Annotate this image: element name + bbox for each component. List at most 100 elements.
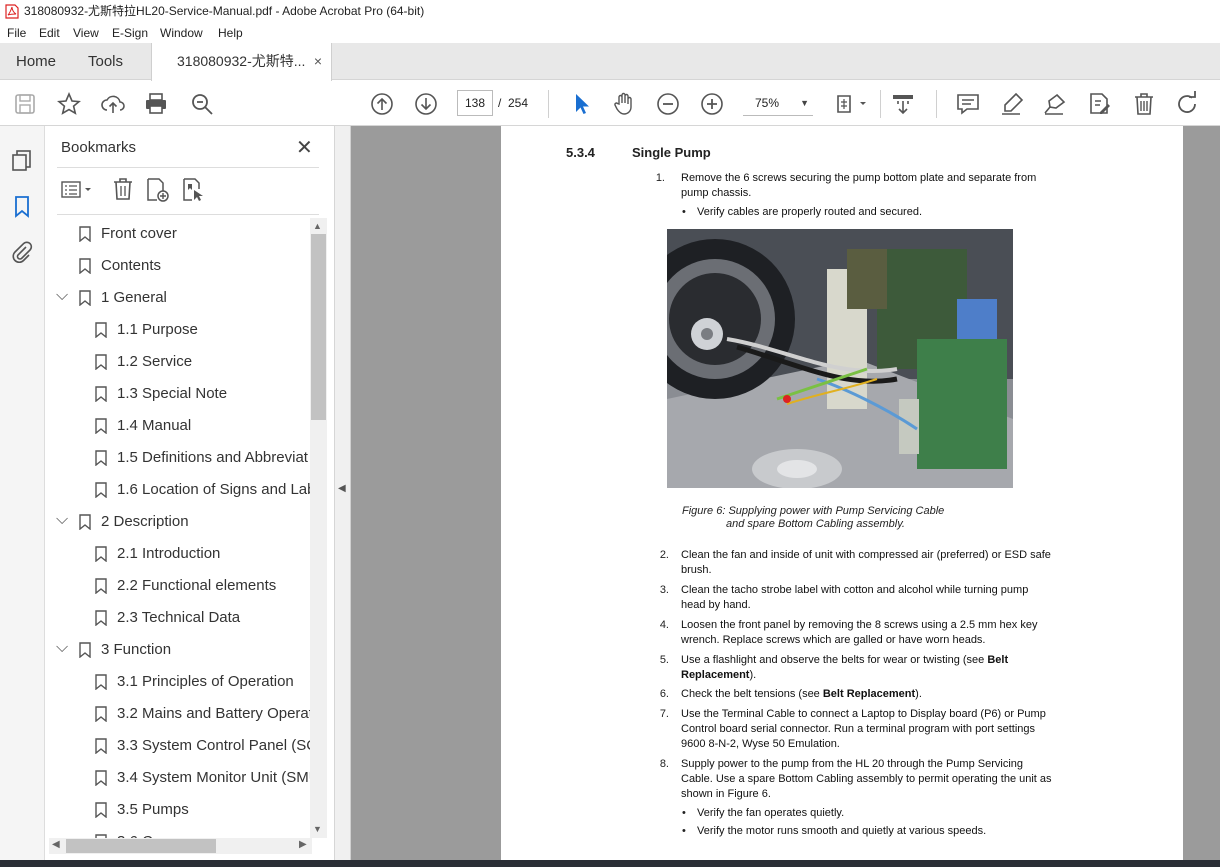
menu-window[interactable]: Window [160,23,203,43]
scroll-down-icon[interactable]: ▼ [313,824,322,834]
chevron-down-icon[interactable]: ⌵ [56,284,70,308]
step-text: Clean the tacho strobe label with cotton… [681,584,1029,596]
link-belt[interactable]: Belt [987,654,1008,666]
link-belt-replacement[interactable]: Belt Replacement [823,688,915,700]
upload-icon[interactable] [100,91,126,117]
bookmark-vertical-scrollbar[interactable]: ▲ ▼ [310,218,327,838]
step-number: 7. [659,708,669,720]
menu-edit[interactable]: Edit [39,23,60,43]
bookmark-item[interactable]: 1.1 Purpose [45,316,310,344]
menu-help[interactable]: Help [218,23,243,43]
scrollbar-thumb[interactable] [311,234,326,420]
bookmark-label: 3.5 Pumps [117,801,189,818]
scroll-left-icon[interactable]: ◀ [52,839,60,850]
bookmark-item[interactable]: 2.1 Introduction [45,540,310,568]
tab-bar: Home Tools 318080932-尤斯特... × [0,43,1220,81]
new-bookmark-icon[interactable] [145,177,171,203]
bookmark-item[interactable]: ⌵ 3 Function [45,636,310,664]
bookmark-item[interactable]: Front cover [45,220,310,248]
bookmark-item[interactable]: 2.3 Technical Data [45,604,310,632]
bookmark-horizontal-scrollbar[interactable]: ◀ ▶ [49,838,312,854]
print-icon[interactable] [143,91,169,117]
scroll-up-icon[interactable]: ▲ [313,221,322,231]
step-text: Cable. Use a spare Bottom Cabling assemb… [681,773,1052,785]
sign-icon[interactable] [1042,91,1068,117]
step-text: pump chassis. [681,187,752,199]
pdf-page: 5.3.4 Single Pump 1. Remove the 6 screws… [501,126,1183,860]
comment-icon[interactable] [955,91,981,117]
close-icon[interactable]: ✕ [296,135,313,160]
bookmark-item[interactable]: 3.2 Mains and Battery Operat [45,700,310,728]
scrollbar-thumb[interactable] [66,839,216,853]
menu-view[interactable]: View [73,23,99,43]
scroll-right-icon[interactable]: ▶ [299,839,307,850]
bookmark-item[interactable]: 3.3 System Control Panel (SCF [45,732,310,760]
delete-icon[interactable] [1131,91,1157,117]
bookmark-label: Front cover [101,225,177,242]
page-thumbnails-icon[interactable] [10,148,34,172]
highlight-pen-icon[interactable] [999,91,1025,117]
hand-tool-icon[interactable] [611,91,637,117]
page-up-icon[interactable] [369,91,395,117]
attachments-icon[interactable] [10,240,34,264]
bookmark-label: 2.2 Functional elements [117,577,277,594]
edit-text-icon[interactable] [1086,91,1112,117]
tab-document[interactable]: 318080932-尤斯特... × [151,43,332,81]
bookmark-item[interactable]: 1.4 Manual [45,412,310,440]
bookmarks-panel: Bookmarks ✕ Front cover Contents ⌵ 1 Genera… [45,126,335,860]
scroll-mode-icon[interactable] [890,91,916,117]
bookmark-item[interactable]: 3.5 Pumps [45,796,310,824]
divider [57,214,319,215]
bookmark-item[interactable]: 3.6 Co... [45,828,310,838]
bookmark-item[interactable]: 2.2 Functional elements [45,572,310,600]
star-icon[interactable] [56,91,82,117]
bookmark-item[interactable]: Contents [45,252,310,280]
zoom-search-icon[interactable] [189,91,215,117]
page-separator: / [498,96,502,110]
zoom-in-icon[interactable] [699,91,725,117]
bookmark-item[interactable]: 3.1 Principles of Operation [45,668,310,696]
panel-splitter[interactable]: ◀ [335,126,351,860]
menu-file[interactable]: File [7,23,26,43]
bullet-text: Verify the motor runs smooth and quietly… [697,825,987,837]
bookmark-label: 1.4 Manual [117,417,192,434]
bookmark-label: 1.5 Definitions and Abbreviat [117,449,308,466]
window-title: 318080932-尤斯特拉HL20-Service-Manual.pdf - … [24,4,425,18]
bookmarks-icon[interactable] [10,194,34,218]
menu-bar: File Edit View E-Sign Window Help [0,23,1220,43]
tab-close-icon[interactable]: × [314,43,322,80]
bookmark-label: 3.4 System Monitor Unit (SMU [117,769,310,786]
bookmark-icon [95,610,107,626]
bookmark-item[interactable]: ⌵ 1 General [45,284,310,312]
page-number-input[interactable]: 138 [457,90,493,116]
pump-photo [667,229,1013,488]
tab-home[interactable]: Home [16,43,56,80]
bookmark-item[interactable]: 1.2 Service [45,348,310,376]
delete-bookmark-icon[interactable] [112,177,134,201]
bullet: • [682,807,686,819]
zoom-select[interactable]: 75% ▼ [743,90,813,116]
save-icon[interactable] [12,91,38,117]
page-down-icon[interactable] [413,91,439,117]
bookmark-item[interactable]: 1.6 Location of Signs and Lab [45,476,310,504]
bookmark-item[interactable]: 1.3 Special Note [45,380,310,408]
bookmark-item[interactable]: 3.4 System Monitor Unit (SMU [45,764,310,792]
chevron-down-icon[interactable]: ⌵ [56,508,70,532]
tab-tools[interactable]: Tools [88,43,123,80]
bookmark-item[interactable]: 1.5 Definitions and Abbreviat [45,444,310,472]
bookmark-item[interactable]: ⌵ 2 Description [45,508,310,536]
fit-page-icon[interactable] [834,91,870,117]
tab-document-label: 318080932-尤斯特... [177,53,306,69]
collapse-panel-icon[interactable]: ◀ [338,483,346,494]
bookmark-from-selection-icon[interactable] [181,177,207,203]
select-cursor-icon[interactable] [568,91,594,117]
rotate-icon[interactable] [1174,91,1200,117]
bookmark-options-icon[interactable] [61,178,95,202]
step-text: Control board serial connector. Run a te… [681,723,1036,735]
menu-esign[interactable]: E-Sign [112,23,148,43]
chevron-down-icon[interactable]: ⌵ [56,636,70,660]
step-text-part: ). [749,669,757,681]
zoom-out-icon[interactable] [655,91,681,117]
bullet-text: Verify the fan operates quietly. [697,807,845,819]
link-replacement[interactable]: Replacement [681,669,749,681]
